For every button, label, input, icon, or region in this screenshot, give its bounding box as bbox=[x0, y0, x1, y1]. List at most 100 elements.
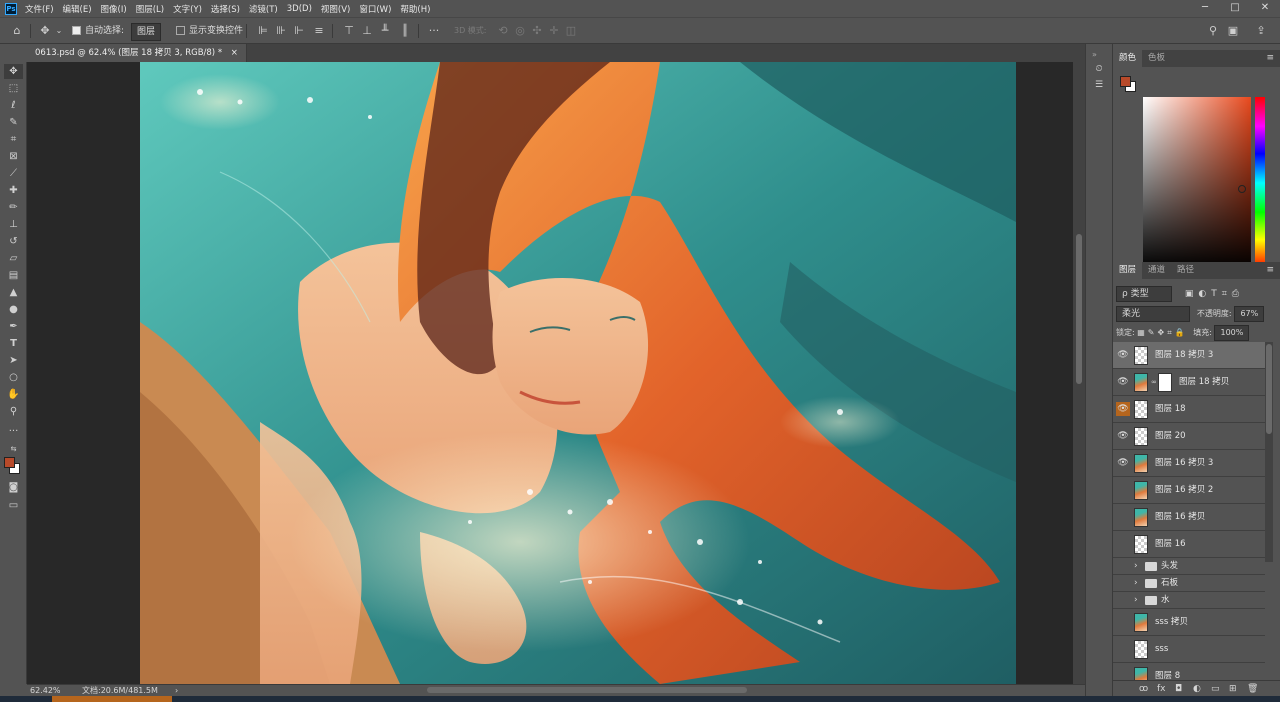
distribute-vertical-icon[interactable]: ║ bbox=[398, 23, 412, 39]
visibility-eye-icon[interactable]: 👁 bbox=[1116, 348, 1130, 362]
move-tool-icon[interactable]: ✥ bbox=[4, 64, 23, 79]
visibility-eye-icon[interactable]: 👁 bbox=[1116, 402, 1130, 416]
document-tab[interactable]: 0613.psd @ 62.4% (图层 18 拷贝 3, RGB/8) * × bbox=[27, 44, 247, 62]
move-tool-icon[interactable]: ✥ bbox=[38, 23, 52, 39]
menu-filter[interactable]: 滤镜(T) bbox=[249, 3, 278, 15]
menu-edit[interactable]: 编辑(E) bbox=[63, 3, 92, 15]
layer-mask-thumbnail[interactable] bbox=[1158, 373, 1172, 392]
blur-tool-icon[interactable]: ▲ bbox=[4, 285, 23, 300]
healing-brush-tool-icon[interactable]: ✚ bbox=[4, 183, 23, 198]
visibility-toggle[interactable] bbox=[1116, 483, 1130, 497]
blend-mode-dropdown[interactable]: 柔光 bbox=[1116, 306, 1190, 322]
tab-color[interactable]: 颜色 bbox=[1113, 50, 1143, 67]
align-left-icon[interactable]: ⊫ bbox=[256, 23, 270, 39]
auto-select-dropdown[interactable]: 图层 bbox=[131, 23, 162, 41]
marquee-tool-icon[interactable]: ⬚ bbox=[4, 81, 23, 96]
link-icon[interactable]: ꝏ bbox=[1139, 681, 1148, 697]
clone-stamp-tool-icon[interactable]: ⊥ bbox=[4, 217, 23, 232]
saturation-brightness-field[interactable] bbox=[1143, 97, 1251, 269]
menu-view[interactable]: 视图(V) bbox=[321, 3, 350, 15]
dodge-tool-icon[interactable]: ● bbox=[4, 302, 23, 317]
close-tab-icon[interactable]: × bbox=[231, 48, 238, 58]
quick-mask-icon[interactable]: ◙ bbox=[4, 480, 23, 495]
tab-layers[interactable]: 图层 bbox=[1113, 262, 1143, 279]
taskbar-active-item[interactable] bbox=[52, 696, 172, 702]
layer-group-row[interactable]: › 石板 bbox=[1113, 575, 1265, 592]
menu-image[interactable]: 图像(I) bbox=[101, 3, 127, 15]
chevron-down-icon[interactable]: ⌄ bbox=[52, 23, 66, 39]
zoom-tool-icon[interactable]: ⚲ bbox=[4, 404, 23, 419]
layer-row[interactable]: 👁 ∞ 图层 18 拷贝 bbox=[1113, 369, 1265, 396]
mask-link-icon[interactable]: ∞ bbox=[1151, 378, 1157, 386]
chevron-right-icon[interactable]: › bbox=[1134, 575, 1138, 592]
layer-row[interactable]: 👁 图层 16 拷贝 3 bbox=[1113, 450, 1265, 477]
ellipse-tool-icon[interactable]: ○ bbox=[4, 370, 23, 385]
fill-value[interactable]: 100% bbox=[1214, 325, 1250, 341]
history-brush-tool-icon[interactable]: ↺ bbox=[4, 234, 23, 249]
layers-scroll-thumb[interactable] bbox=[1266, 344, 1272, 434]
layer-row[interactable]: 图层 16 拷贝 bbox=[1113, 504, 1265, 531]
align-hcenter-icon[interactable]: ⊪ bbox=[274, 23, 288, 39]
canvas-workspace[interactable] bbox=[27, 62, 1073, 684]
layer-group-row[interactable]: › 头发 bbox=[1113, 558, 1265, 575]
layer-row[interactable]: 图层 16 bbox=[1113, 531, 1265, 558]
menu-window[interactable]: 窗口(W) bbox=[359, 3, 391, 15]
tab-swatches[interactable]: 色板 bbox=[1142, 50, 1171, 67]
layer-filter-dropdown[interactable]: ρ 类型 bbox=[1116, 286, 1172, 302]
properties-panel-icon[interactable]: ☰ bbox=[1092, 78, 1106, 92]
hand-tool-icon[interactable]: ✋ bbox=[4, 387, 23, 402]
status-menu-arrow[interactable]: › bbox=[175, 685, 178, 696]
gradient-tool-icon[interactable]: ▤ bbox=[4, 268, 23, 283]
layers-scrollbar[interactable] bbox=[1265, 342, 1273, 562]
layer-row[interactable]: sss 拷贝 bbox=[1113, 609, 1265, 636]
menu-help[interactable]: 帮助(H) bbox=[400, 3, 430, 15]
layer-row[interactable]: 👁 图层 20 bbox=[1113, 423, 1265, 450]
layer-row[interactable]: 图层 16 拷贝 2 bbox=[1113, 477, 1265, 504]
layer-row[interactable]: 👁 图层 18 bbox=[1113, 396, 1265, 423]
workspace-icon[interactable]: ▣ bbox=[1226, 23, 1240, 39]
color-panel-foreground-swatch[interactable] bbox=[1120, 76, 1131, 87]
vertical-scrollbar[interactable] bbox=[1073, 62, 1085, 684]
history-panel-icon[interactable]: ⏲ bbox=[1092, 62, 1106, 76]
search-icon[interactable]: ⚲ bbox=[1206, 23, 1220, 39]
path-selection-tool-icon[interactable]: ➤ bbox=[4, 353, 23, 368]
collapse-panels-icon[interactable]: » bbox=[1092, 50, 1097, 59]
menu-3d[interactable]: 3D(D) bbox=[287, 4, 312, 14]
opacity-value[interactable]: 67% bbox=[1234, 306, 1265, 322]
layer-group-row[interactable]: › 水 bbox=[1113, 592, 1265, 609]
layer-row[interactable]: 👁 图层 18 拷贝 3 bbox=[1113, 342, 1265, 369]
adjustment-icon[interactable]: ◐ bbox=[1193, 681, 1201, 697]
screen-mode-icon[interactable]: ▭ bbox=[4, 498, 23, 513]
chevron-right-icon[interactable]: › bbox=[1134, 558, 1138, 575]
tab-paths[interactable]: 路径 bbox=[1171, 262, 1200, 279]
close-window-button[interactable]: ✕ bbox=[1250, 0, 1280, 17]
horizontal-scroll-thumb[interactable] bbox=[427, 687, 747, 693]
eyedropper-tool-icon[interactable]: ⟋ bbox=[4, 166, 23, 181]
pen-tool-icon[interactable]: ✒ bbox=[4, 319, 23, 334]
visibility-toggle[interactable] bbox=[1116, 510, 1130, 524]
auto-select-checkbox[interactable]: 自动选择: bbox=[72, 23, 124, 39]
visibility-eye-icon[interactable]: 👁 bbox=[1116, 375, 1130, 389]
share-icon[interactable]: ⇪ bbox=[1254, 23, 1268, 39]
vertical-scroll-thumb[interactable] bbox=[1076, 234, 1082, 384]
zoom-level[interactable]: 62.42% bbox=[30, 685, 61, 696]
document-canvas[interactable] bbox=[140, 62, 1016, 684]
align-bottom-icon[interactable]: ╨ bbox=[378, 23, 392, 39]
show-transform-checkbox[interactable]: 显示变换控件 bbox=[176, 23, 243, 39]
visibility-eye-icon[interactable]: 👁 bbox=[1116, 456, 1130, 470]
menu-select[interactable]: 选择(S) bbox=[211, 3, 240, 15]
color-picker-marker[interactable] bbox=[1238, 185, 1246, 193]
distribute-icon[interactable]: ≡ bbox=[312, 23, 326, 39]
swap-colors-icon[interactable]: ⇆ bbox=[4, 442, 23, 457]
chevron-right-icon[interactable]: › bbox=[1134, 592, 1138, 609]
visibility-toggle[interactable] bbox=[1116, 537, 1130, 551]
new-layer-icon[interactable]: ⊞ bbox=[1229, 681, 1237, 697]
fx-icon[interactable]: fx bbox=[1157, 681, 1166, 697]
minimize-button[interactable]: ─ bbox=[1190, 0, 1220, 17]
crop-tool-icon[interactable]: ⌗ bbox=[4, 132, 23, 147]
align-top-icon[interactable]: ⊤ bbox=[342, 23, 356, 39]
visibility-eye-icon[interactable]: 👁 bbox=[1116, 429, 1130, 443]
align-right-icon[interactable]: ⊩ bbox=[292, 23, 306, 39]
more-options-button[interactable]: ··· bbox=[427, 23, 441, 39]
frame-tool-icon[interactable]: ⊠ bbox=[4, 149, 23, 164]
